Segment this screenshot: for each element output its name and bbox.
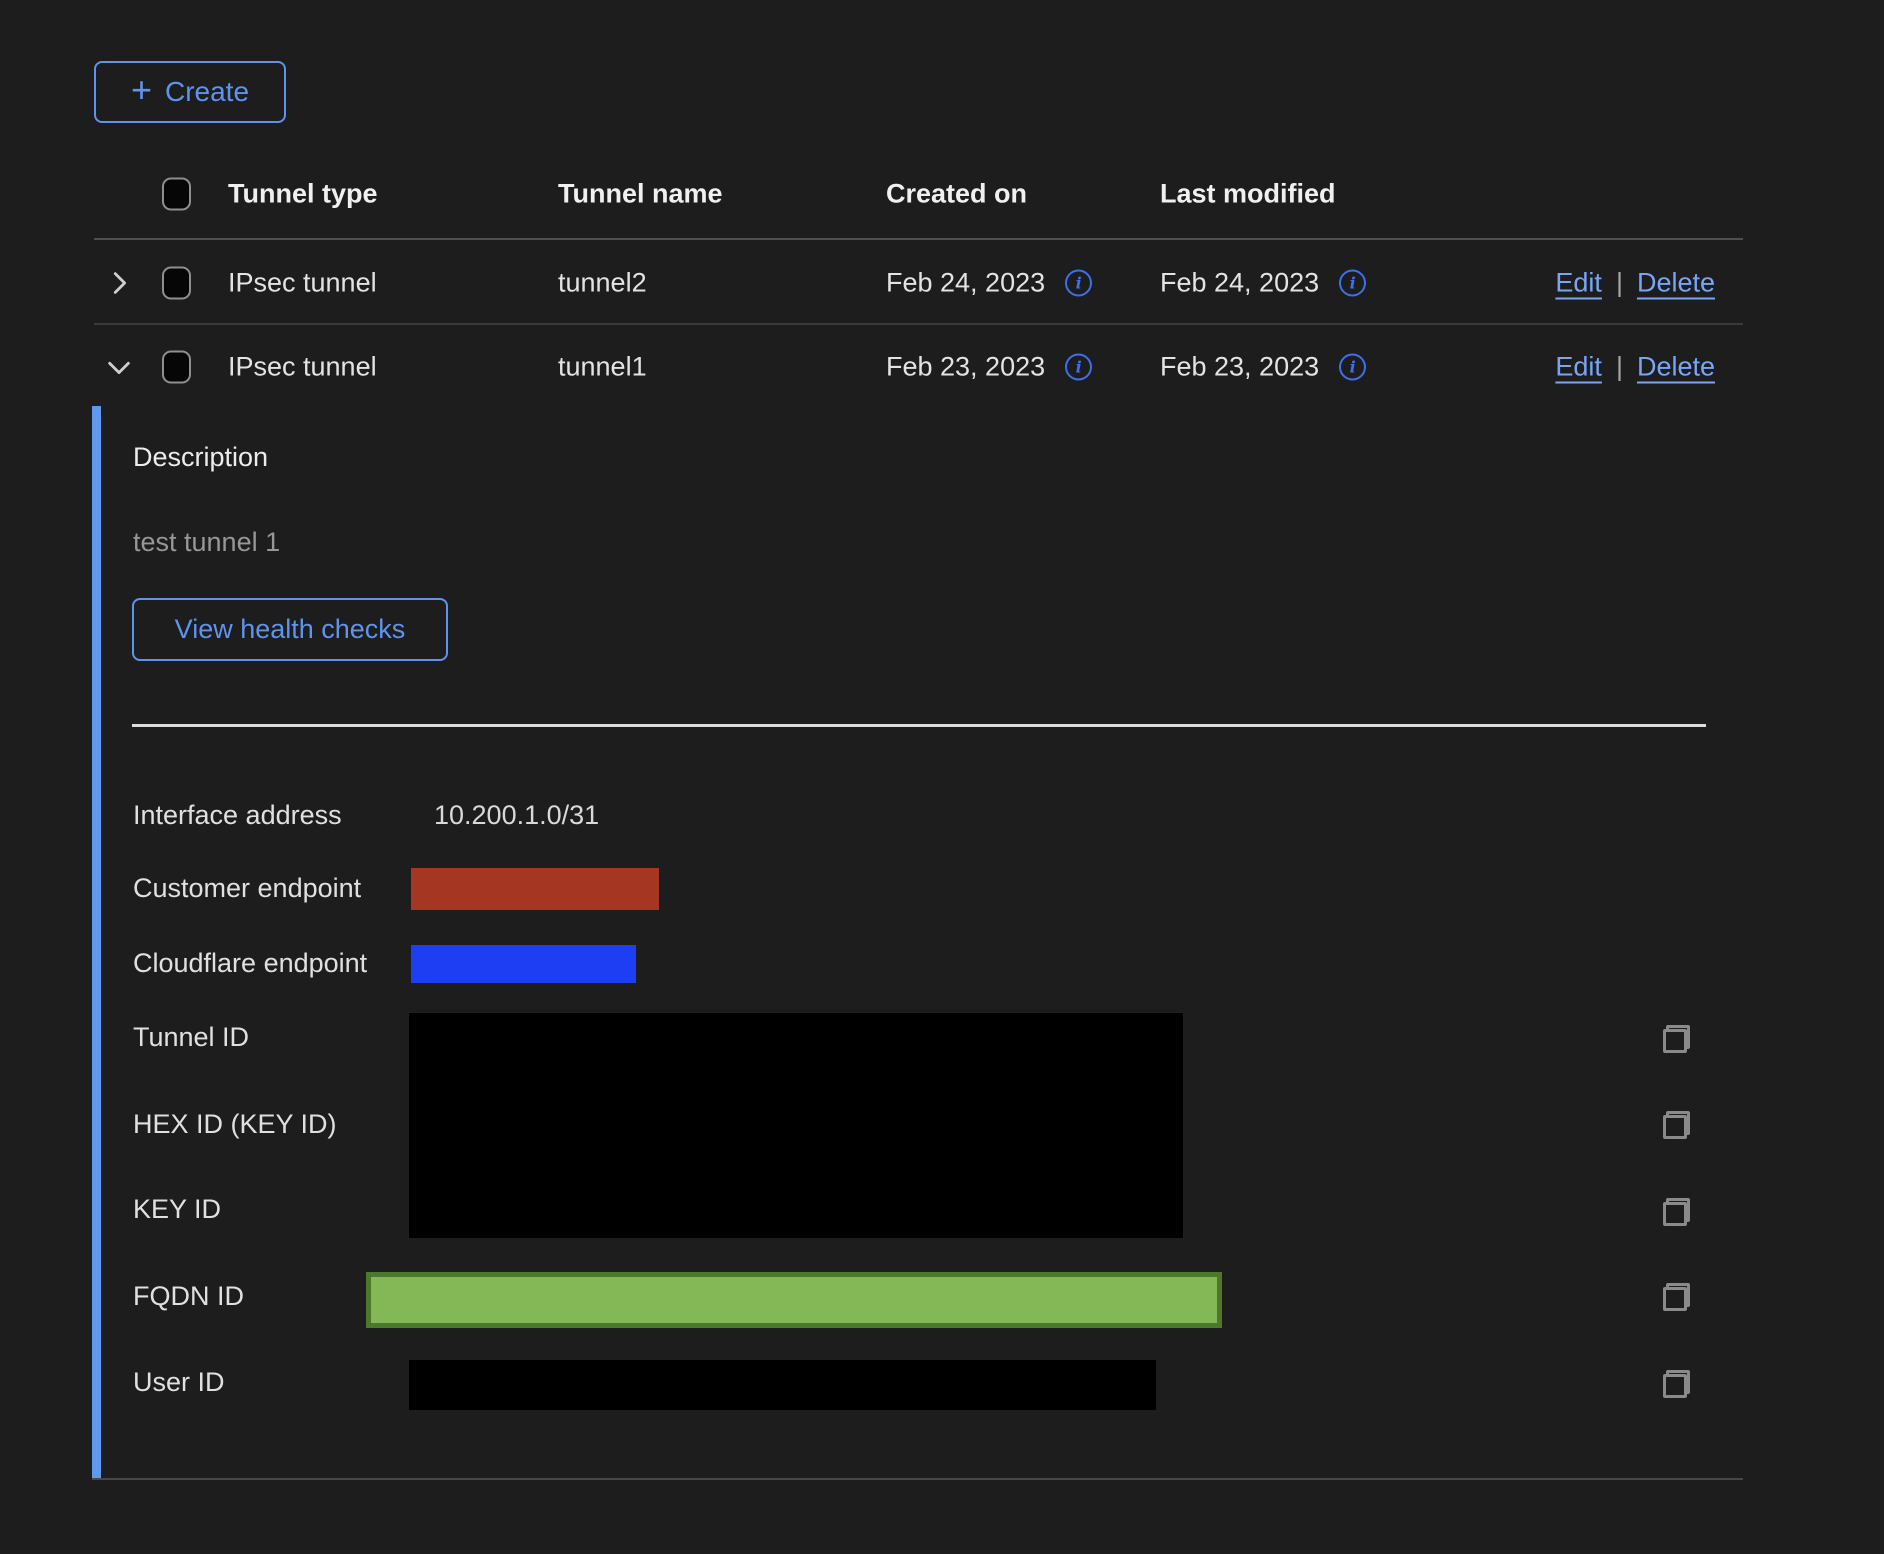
table-row: IPsec tunnel tunnel1 Feb 23, 2023 i Feb … <box>94 327 1743 406</box>
row-checkbox[interactable] <box>162 350 191 383</box>
ids-redacted-value <box>409 1013 1183 1238</box>
tunnel-id-label: Tunnel ID <box>133 1022 249 1053</box>
copy-icon <box>1662 1025 1692 1055</box>
copy-icon <box>1662 1283 1692 1313</box>
user-id-redacted-value <box>409 1360 1156 1410</box>
expanded-row-accent-bar <box>92 406 101 1478</box>
hex-id-label: HEX ID (KEY ID) <box>133 1109 337 1140</box>
customer-endpoint-redacted-value <box>411 868 659 910</box>
copy-fqdn-id-button[interactable] <box>1662 1281 1696 1315</box>
cloudflare-endpoint-label: Cloudflare endpoint <box>133 948 367 979</box>
last-modified-value: Feb 23, 2023 <box>1160 351 1319 382</box>
info-icon[interactable]: i <box>1339 269 1366 296</box>
chevron-down-icon[interactable] <box>102 350 136 384</box>
copy-hex-id-button[interactable] <box>1662 1109 1696 1143</box>
tunnels-page: + Create Tunnel type Tunnel name Created… <box>0 0 1884 1554</box>
table-row: IPsec tunnel tunnel2 Feb 24, 2023 i Feb … <box>94 242 1743 325</box>
tunnel-name-value: tunnel2 <box>558 267 647 298</box>
copy-tunnel-id-button[interactable] <box>1662 1023 1696 1057</box>
created-on-value: Feb 23, 2023 <box>886 351 1045 382</box>
column-header-tunnel-type: Tunnel type <box>228 179 378 210</box>
action-separator: | <box>1616 267 1623 298</box>
delete-link[interactable]: Delete <box>1637 351 1715 382</box>
copy-user-id-button[interactable] <box>1662 1368 1696 1402</box>
edit-link[interactable]: Edit <box>1555 267 1602 298</box>
fqdn-id-redacted-value <box>366 1272 1222 1328</box>
description-label: Description <box>133 442 268 473</box>
create-button[interactable]: + Create <box>94 61 286 123</box>
create-button-label: Create <box>165 76 249 108</box>
edit-link[interactable]: Edit <box>1555 351 1602 382</box>
interface-address-label: Interface address <box>133 800 342 831</box>
cloudflare-endpoint-redacted-value <box>411 945 636 983</box>
info-icon[interactable]: i <box>1065 353 1092 380</box>
info-icon[interactable]: i <box>1065 269 1092 296</box>
chevron-right-icon[interactable] <box>102 266 136 300</box>
panel-divider <box>132 724 1706 727</box>
copy-icon <box>1662 1111 1692 1141</box>
description-value: test tunnel 1 <box>133 527 280 558</box>
action-separator: | <box>1616 351 1623 382</box>
select-all-checkbox[interactable] <box>162 178 191 211</box>
tunnel-type-value: IPsec tunnel <box>228 267 377 298</box>
plus-icon: + <box>131 72 152 108</box>
copy-key-id-button[interactable] <box>1662 1196 1696 1230</box>
column-header-last-modified: Last modified <box>1160 179 1336 210</box>
fqdn-id-label: FQDN ID <box>133 1281 244 1312</box>
tunnel-type-value: IPsec tunnel <box>228 351 377 382</box>
last-modified-value: Feb 24, 2023 <box>1160 267 1319 298</box>
user-id-label: User ID <box>133 1367 225 1398</box>
view-health-checks-button[interactable]: View health checks <box>132 598 448 661</box>
key-id-label: KEY ID <box>133 1194 221 1225</box>
column-header-tunnel-name: Tunnel name <box>558 179 723 210</box>
customer-endpoint-label: Customer endpoint <box>133 873 361 904</box>
copy-icon <box>1662 1370 1692 1400</box>
delete-link[interactable]: Delete <box>1637 267 1715 298</box>
table-header-row: Tunnel type Tunnel name Created on Last … <box>94 150 1743 240</box>
row-checkbox[interactable] <box>162 266 191 299</box>
created-on-value: Feb 24, 2023 <box>886 267 1045 298</box>
expanded-row-bottom-border <box>92 1478 1743 1480</box>
info-icon[interactable]: i <box>1339 353 1366 380</box>
copy-icon <box>1662 1198 1692 1228</box>
column-header-created-on: Created on <box>886 179 1027 210</box>
tunnel-name-value: tunnel1 <box>558 351 647 382</box>
interface-address-value: 10.200.1.0/31 <box>434 800 599 831</box>
